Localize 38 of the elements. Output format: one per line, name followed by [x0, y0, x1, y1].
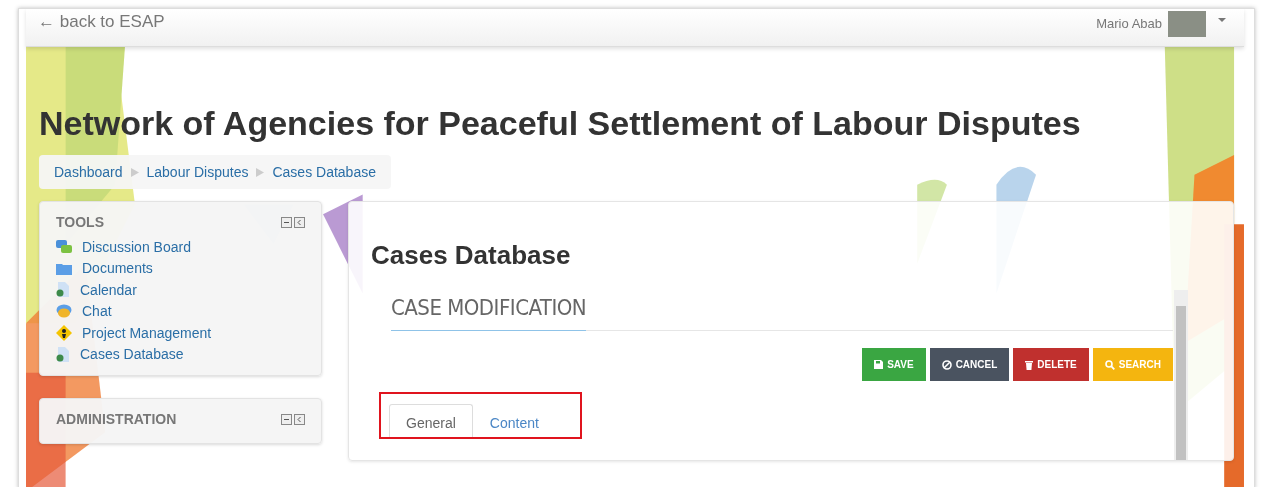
- user-name[interactable]: Mario Abab: [1096, 16, 1162, 31]
- chat-bubble-icon: [56, 303, 72, 319]
- dock-icon[interactable]: [294, 413, 305, 425]
- back-link[interactable]: ← back to ESAP: [38, 11, 165, 32]
- tool-link[interactable]: Discussion Board: [82, 238, 191, 255]
- trash-icon: [1025, 359, 1034, 370]
- delete-button[interactable]: DELETE: [1013, 348, 1089, 381]
- dock-icon[interactable]: [294, 216, 305, 228]
- save-button[interactable]: SAVE: [862, 348, 926, 381]
- separator-icon: [256, 167, 265, 177]
- ban-icon: [941, 359, 952, 370]
- section-title: CASE MODIFICATION: [391, 295, 587, 331]
- cancel-button[interactable]: CANCEL: [929, 348, 1010, 381]
- tool-link[interactable]: Documents: [82, 260, 153, 277]
- tool-link[interactable]: Project Management: [82, 324, 212, 341]
- minimize-icon[interactable]: [281, 413, 292, 425]
- panel-heading: Cases Database: [371, 240, 572, 271]
- diamond-sign-icon: [56, 324, 72, 341]
- tool-link[interactable]: Calendar: [80, 281, 137, 298]
- breadcrumb-link[interactable]: Cases Database: [272, 164, 376, 180]
- tool-link[interactable]: Cases Database: [80, 346, 184, 363]
- breadcrumb-link[interactable]: Labour Disputes: [146, 164, 249, 180]
- document-icon: [56, 346, 70, 362]
- block-title: ADMINISTRATION: [56, 411, 177, 427]
- avatar-photo-placeholder[interactable]: [1168, 10, 1206, 37]
- chat-bubbles-icon: [56, 239, 72, 254]
- folder-icon: [56, 261, 72, 275]
- search-icon: [1104, 359, 1115, 370]
- tab[interactable]: Content: [472, 404, 556, 437]
- minimize-icon[interactable]: [281, 216, 292, 228]
- caret-icon[interactable]: [1218, 17, 1226, 22]
- tool-link[interactable]: Chat: [82, 303, 112, 320]
- tab[interactable]: General: [389, 404, 473, 437]
- breadcrumb-link[interactable]: Dashboard: [54, 164, 123, 180]
- block-title: TOOLS: [56, 214, 104, 230]
- scrollbar[interactable]: [1174, 290, 1188, 460]
- document-icon: [56, 282, 70, 298]
- separator-icon: [130, 167, 139, 177]
